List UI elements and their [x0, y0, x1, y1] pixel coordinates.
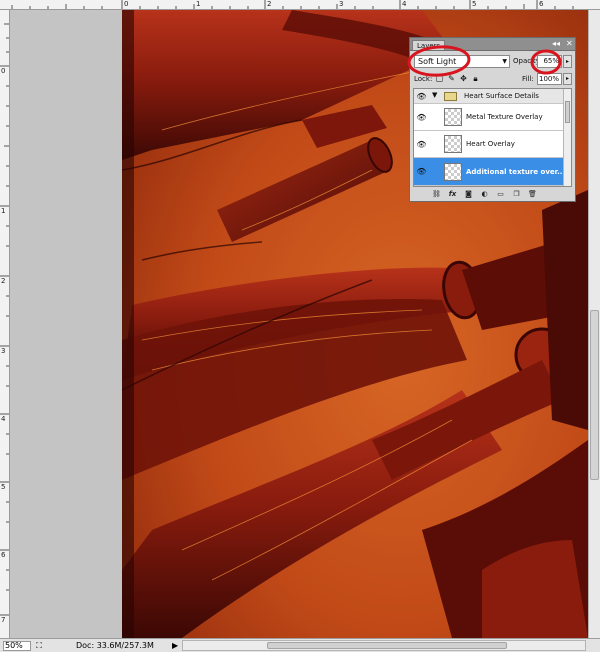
vertical-scroll-thumb[interactable] — [590, 310, 599, 480]
horizontal-scrollbar[interactable] — [182, 640, 586, 651]
layers-scroll-thumb[interactable] — [565, 101, 570, 123]
ruler-left[interactable]: 0 1 2 3 4 5 6 7 — [0, 10, 10, 638]
vertical-scrollbar[interactable] — [588, 10, 600, 638]
layer-thumbnail — [444, 163, 462, 181]
ruler-top[interactable]: 0 1 2 3 4 5 6 — [0, 0, 600, 10]
new-layer-icon[interactable]: ❐ — [512, 190, 521, 199]
fx-icon[interactable]: fx — [448, 190, 457, 199]
panel-titlebar[interactable]: Layers ◂◂ ✕ — [410, 38, 575, 51]
pasteboard[interactable] — [10, 10, 122, 638]
layer-row-selected[interactable]: 👁︎ Additional texture over... — [414, 158, 566, 186]
fill-label: Fill: — [522, 75, 534, 83]
ruler-left-label: 1 — [1, 207, 6, 215]
status-menu-arrow-icon[interactable]: ▶ — [172, 641, 178, 651]
ruler-left-label: 2 — [1, 277, 6, 285]
eye-icon[interactable]: 👁︎ — [416, 166, 427, 177]
ruler-left-label: 4 — [1, 415, 6, 423]
eye-icon[interactable]: 👁︎ — [416, 91, 427, 102]
lock-all-icon[interactable]: 🔒︎ — [471, 74, 480, 83]
layers-list[interactable]: 👁︎ ▼ Heart Surface Details 👁︎ Metal Text… — [413, 88, 572, 187]
trash-icon[interactable]: 🗑︎ — [528, 190, 537, 199]
ruler-top-label: 4 — [402, 0, 407, 8]
layer-name: Metal Texture Overlay — [466, 113, 543, 121]
lock-label: Lock: — [414, 75, 433, 83]
layer-name: Additional texture over... — [466, 168, 566, 176]
chevron-down-icon: ▼ — [502, 58, 507, 65]
opacity-slider-arrow-icon[interactable]: ▸ — [563, 55, 572, 68]
ruler-top-label: 0 — [124, 0, 129, 8]
layer-name: Heart Surface Details — [464, 92, 539, 100]
layer-row[interactable]: 👁︎ Metal Texture Overlay — [414, 104, 563, 131]
eye-icon[interactable]: 👁︎ — [416, 139, 427, 150]
adjustment-icon[interactable]: ◐ — [480, 190, 489, 199]
layers-scrollbar[interactable] — [563, 89, 571, 186]
ruler-left-ticks — [0, 23, 9, 616]
ruler-top-label: 1 — [196, 0, 201, 8]
lock-options: ▢ ✎ ✥ 🔒︎ — [435, 74, 480, 83]
layer-thumbnail — [444, 108, 462, 126]
ruler-left-label: 3 — [1, 347, 6, 355]
tab-layers[interactable]: Layers — [412, 40, 446, 50]
ruler-top-label: 6 — [539, 0, 544, 8]
blend-mode-value: Soft Light — [418, 57, 457, 66]
horizontal-scroll-thumb[interactable] — [267, 642, 507, 649]
folder-icon — [444, 92, 457, 101]
ruler-top-label: 5 — [472, 0, 477, 8]
lock-transparency-icon[interactable]: ▢ — [435, 74, 444, 83]
layer-row[interactable]: 👁︎ Heart Overlay — [414, 131, 563, 158]
eye-icon[interactable]: 👁︎ — [416, 112, 427, 123]
document-size-info: Doc: 33.6M/257.3M — [76, 641, 154, 650]
status-bar: 50% ⛶ Doc: 33.6M/257.3M ▶ — [0, 638, 600, 652]
zoom-level-field[interactable]: 50% — [3, 641, 31, 651]
close-panel-icon[interactable]: ✕ — [566, 39, 573, 49]
lock-position-icon[interactable]: ✥ — [459, 74, 468, 83]
ruler-left-label: 0 — [1, 67, 6, 75]
layers-panel[interactable]: Layers ◂◂ ✕ Soft Light ▼ Opacity: 65% ▸ … — [409, 37, 576, 202]
lock-pixels-icon[interactable]: ✎ — [447, 74, 456, 83]
ruler-top-ticks — [11, 0, 574, 9]
disclosure-triangle-icon[interactable]: ▼ — [432, 91, 437, 100]
mask-icon[interactable]: ◙ — [464, 190, 473, 199]
blend-mode-select[interactable]: Soft Light ▼ — [414, 55, 510, 68]
layer-group-row[interactable]: 👁︎ ▼ Heart Surface Details — [414, 89, 563, 104]
fill-slider-arrow-icon[interactable]: ▸ — [563, 73, 572, 85]
layer-name: Heart Overlay — [466, 140, 515, 148]
folder-icon[interactable]: ▭ — [496, 190, 505, 199]
navigator-icon[interactable]: ⛶ — [34, 641, 44, 651]
minimize-panel-icon[interactable]: ◂◂ — [552, 39, 560, 49]
layer-thumbnail — [444, 135, 462, 153]
ruler-top-label: 3 — [339, 0, 344, 8]
opacity-field[interactable]: 65% — [537, 55, 562, 68]
fill-field[interactable]: 100% — [537, 73, 562, 85]
ruler-top-label: 2 — [267, 0, 272, 8]
ruler-left-label: 6 — [1, 551, 6, 559]
ruler-left-label: 5 — [1, 483, 6, 491]
layers-panel-toolbar: ⛓︎ fx ◙ ◐ ▭ ❐ 🗑︎ — [432, 190, 537, 199]
link-icon[interactable]: ⛓︎ — [432, 190, 441, 199]
ruler-left-label: 7 — [1, 616, 6, 624]
